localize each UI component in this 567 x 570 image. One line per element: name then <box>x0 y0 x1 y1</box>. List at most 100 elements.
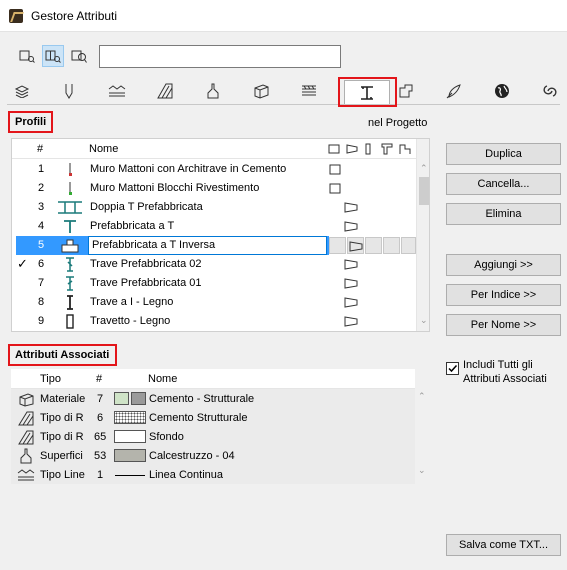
include-all-label[interactable]: Includi Tutti gli Attributi Associati <box>463 358 563 386</box>
attr-number: 65 <box>94 431 107 443</box>
scroll-down-icon[interactable]: ⌄ <box>420 315 428 326</box>
column-name[interactable]: Nome <box>148 373 177 385</box>
profiles-list[interactable]: # Nome 1 Muro Mattoni con Architrave in … <box>11 138 430 332</box>
fill-icon <box>18 411 34 426</box>
building-material-icon <box>254 84 269 99</box>
table-row[interactable]: 9 Travetto - Legno <box>12 312 416 331</box>
attr-number: 53 <box>94 450 107 462</box>
delete-button[interactable]: Cancella... <box>446 173 561 195</box>
list-item[interactable]: Superfici 53 Calcestruzzo - 04 <box>11 447 415 466</box>
table-row[interactable]: 2 Muro Mattoni Blocchi Rivestimento <box>12 179 416 198</box>
list-item[interactable]: Tipo Line 1 Linea Continua <box>11 466 415 485</box>
row-name: Trave Prefabbricata 02 <box>90 258 202 270</box>
search-input[interactable] <box>99 45 341 68</box>
profile-preview-icon <box>58 201 82 214</box>
profile-preview-icon <box>66 314 74 329</box>
preview-view-button[interactable] <box>68 45 90 67</box>
table-row[interactable]: 4 Prefabbricata a T <box>12 217 416 236</box>
scroll-down-icon[interactable]: ⌄ <box>418 465 426 476</box>
tab-mep[interactable] <box>441 80 467 102</box>
fill-swatch <box>114 392 129 405</box>
tab-fills[interactable] <box>152 80 178 102</box>
title-bar: Gestore Attributi <box>0 0 567 32</box>
add-button[interactable]: Aggiungi >> <box>446 254 561 276</box>
row-name: Prefabbricata a T <box>90 220 175 232</box>
column-number[interactable]: # <box>96 373 102 385</box>
scroll-up-icon[interactable]: ⌃ <box>420 163 428 174</box>
column-name[interactable]: Nome <box>89 143 118 155</box>
table-row[interactable]: 1 Muro Mattoni con Architrave in Cemento <box>12 160 416 179</box>
beam-usage-icon <box>344 221 358 232</box>
save-txt-button[interactable]: Salva come TXT... <box>446 534 561 556</box>
profiles-label: Profili <box>15 116 47 128</box>
split-view-icon <box>45 50 61 63</box>
tab-profiles-highlight <box>338 77 397 107</box>
scroll-thumb[interactable] <box>419 177 429 205</box>
building-material-icon <box>19 393 34 407</box>
beam-usage-icon <box>344 297 358 308</box>
operation-profile-icon <box>543 85 557 97</box>
tab-operation-profiles[interactable] <box>537 80 563 102</box>
table-row[interactable]: 7 Trave Prefabbricata 01 <box>12 274 416 293</box>
beam-usage-icon <box>344 202 358 213</box>
tab-line-types[interactable] <box>104 80 130 102</box>
fill-icon <box>157 83 173 99</box>
zone-icon <box>399 84 413 98</box>
table-row[interactable]: 8 Trave a I - Legno <box>12 293 416 312</box>
row-number: 8 <box>38 296 45 308</box>
usage-cell-beam[interactable] <box>347 237 364 254</box>
usage-cell-wall[interactable] <box>329 237 346 254</box>
attr-type: Superfici <box>40 450 83 462</box>
row-name: Muro Mattoni con Architrave in Cemento <box>90 163 287 175</box>
table-row-selected[interactable]: 5 Prefabbricata a T Inversa <box>12 236 416 255</box>
list-item[interactable]: Tipo di R 65 Sfondo <box>11 428 415 447</box>
list-item[interactable]: Materiale 7 Cemento - Strutturale <box>11 390 415 409</box>
row-name: Trave a I - Legno <box>90 296 174 308</box>
include-all-checkbox[interactable] <box>446 362 459 375</box>
list-view-button[interactable] <box>16 45 38 67</box>
app-icon <box>9 9 23 23</box>
tab-markups[interactable] <box>489 80 515 102</box>
list-item[interactable]: Tipo di R 6 Cemento Strutturale <box>11 409 415 428</box>
row-number: 7 <box>38 277 45 289</box>
row-number: 2 <box>38 182 45 194</box>
associated-body: Materiale 7 Cemento - Strutturale Tipo d… <box>11 389 415 484</box>
duplicate-button[interactable]: Duplica <box>446 143 561 165</box>
tab-building-materials[interactable] <box>248 80 274 102</box>
attr-name: Cemento Strutturale <box>149 412 248 424</box>
usage-cell-object[interactable] <box>401 237 416 254</box>
tab-surfaces[interactable] <box>200 80 226 102</box>
attr-type: Tipo Line <box>40 469 85 481</box>
remove-button[interactable]: Elimina <box>446 203 561 225</box>
row-name: Muro Mattoni Blocchi Rivestimento <box>90 182 260 194</box>
associated-scrollbar[interactable]: ⌃ ⌄ <box>415 369 429 484</box>
wall-usage-icon <box>329 183 341 194</box>
profile-preview-icon <box>66 276 74 291</box>
column-type[interactable]: Tipo <box>40 373 61 385</box>
profile-preview-icon <box>69 163 72 176</box>
usage-column-icons <box>328 143 411 155</box>
attr-number: 1 <box>97 469 104 481</box>
table-row[interactable]: ✓ 6 Trave Prefabbricata 02 <box>12 255 416 274</box>
by-index-button[interactable]: Per Indice >> <box>446 284 561 306</box>
scroll-up-icon[interactable]: ⌃ <box>418 391 426 402</box>
profiles-scrollbar[interactable]: ⌃ ⌄ <box>416 139 429 331</box>
row-name: Travetto - Legno <box>90 315 171 327</box>
associated-list[interactable]: Tipo # Nome Materiale 7 Cemento - Strutt… <box>11 369 429 487</box>
tab-layers[interactable] <box>9 80 35 102</box>
globe-icon <box>495 84 509 98</box>
row-number: 1 <box>38 163 45 175</box>
usage-cell-column[interactable] <box>365 237 382 254</box>
tab-composites[interactable] <box>296 80 322 102</box>
row-number: 6 <box>38 258 45 270</box>
row-name-editing[interactable]: Prefabbricata a T Inversa <box>92 239 215 251</box>
row-name: Doppia T Prefabbricata <box>90 201 203 213</box>
by-name-button[interactable]: Per Nome >> <box>446 314 561 336</box>
table-row[interactable]: 3 Doppia T Prefabbricata <box>12 198 416 217</box>
usage-cell-handrail[interactable] <box>383 237 400 254</box>
tab-pens[interactable] <box>56 80 82 102</box>
tab-zones[interactable] <box>393 80 419 102</box>
attr-name: Calcestruzzo - 04 <box>149 450 235 462</box>
column-number[interactable]: # <box>37 143 43 155</box>
split-view-button[interactable] <box>42 45 64 67</box>
